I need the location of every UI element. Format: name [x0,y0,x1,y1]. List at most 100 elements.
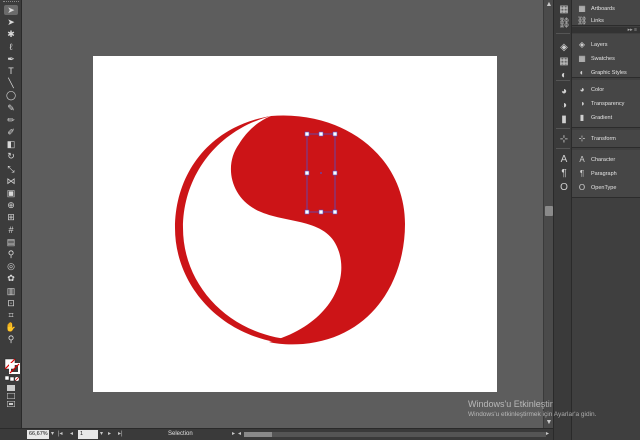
panel-tab-label: Graphic Styles [591,70,627,76]
panel-group-transform: ⊹ Transform [572,130,640,148]
artboards-icon[interactable]: ▦ [558,4,570,16]
character-icon[interactable]: A [558,154,570,166]
first-artboard-button[interactable]: |◂ [58,429,63,440]
swatches-icon: ▦ [578,54,586,63]
direct-selection-tool-icon[interactable]: ➤ [4,17,18,27]
panel-tab-gradient[interactable]: ▮ Gradient [572,110,640,126]
status-menu-arrow[interactable]: ▸ [232,429,235,440]
paragraph-icon: ¶ [579,169,585,178]
panel-icon-strip: ▦ ⛓ ◈ ▦ ◐ ◕ ◑ ▮ ⊹ A ¶ O [553,0,572,440]
eyedropper-tool-icon[interactable]: ⚲ [4,249,18,259]
panel-separator [556,148,570,149]
panel-tab-label: Transform [591,136,616,142]
vertical-scrollbar[interactable]: ▲ ▼ [543,0,553,428]
toolbox-panel: ➤ ➤ ✱ ℓ ✒ T ╲ ◯ ✎ ✏ ✐ ◧ ↻ ⤡ ⋈ ▣ ⊕ ⊞ # ▤ ⚲ ◎ ✿ ▥ ⊡ ⌗ ✋ ⚲ [0,0,22,428]
toolbox-grip[interactable] [3,1,19,3]
drawing-mode-icon[interactable] [7,393,15,399]
paintbrush-tool-icon[interactable]: ✎ [4,103,18,113]
links-icon[interactable]: ⛓ [558,18,571,30]
ellipse-tool-icon[interactable]: ◯ [4,90,18,100]
panel-group-color: ◕ Color ◑ Transparency ▮ Gradient [572,80,640,128]
selection-handle [304,209,310,215]
horizontal-scroll-thumb[interactable] [244,432,272,437]
panel-group-artboards: ▦ Artboards ⛓ Links [572,0,640,26]
horizontal-scrollbar[interactable] [244,432,546,437]
panel-group-type: A Character ¶ Paragraph O OpenType [572,150,640,198]
blob-brush-tool-icon[interactable]: ✐ [4,127,18,137]
artboard-dropdown-icon[interactable]: ▾ [100,429,103,440]
layers-icon[interactable]: ◈ [558,42,570,54]
perspective-grid-tool-icon[interactable]: ⊞ [4,212,18,222]
pencil-tool-icon[interactable]: ✏ [4,115,18,125]
pen-tool-icon[interactable]: ✒ [4,54,18,64]
watermark-title: Windows'u Etkinleştir [468,399,553,409]
artboard[interactable] [93,56,497,392]
selection-handle [332,170,338,176]
links-icon: ⛓ [577,16,588,25]
collapse-panels-icon[interactable]: ▸▸ ≡ [628,27,637,33]
vertical-scroll-thumb[interactable] [545,206,553,216]
rotate-tool-icon[interactable]: ↻ [4,151,18,161]
color-icon: ◕ [579,85,585,94]
artwork-svg[interactable] [93,56,497,392]
character-icon: A [579,155,585,164]
type-tool-icon[interactable]: T [4,66,18,76]
hand-tool-icon[interactable]: ✋ [4,322,18,332]
graphic-styles-icon: ◐ [579,68,585,77]
scroll-right-icon[interactable]: ▸ [546,429,549,440]
width-tool-icon[interactable]: ⋈ [4,176,18,186]
scroll-left-icon[interactable]: ◂ [238,429,241,440]
selection-handle [304,131,310,137]
transparency-icon: ◑ [579,99,585,108]
selection-tool-icon[interactable]: ➤ [4,5,18,15]
selection-handle [318,209,324,215]
screen-mode-icon[interactable] [7,401,15,407]
panel-tab-opentype[interactable]: O OpenType [572,180,640,196]
selection-center-point [320,172,322,174]
color-mode-icon[interactable] [7,385,15,391]
paragraph-icon[interactable]: ¶ [558,168,570,180]
document-canvas[interactable] [23,0,543,428]
opentype-icon[interactable]: O [558,182,570,194]
panel-tab-graphic-styles[interactable]: ◐ Graphic Styles [572,65,640,81]
status-mode-label[interactable]: Selection [168,429,193,440]
slice-tool-icon[interactable]: ⌗ [4,310,18,320]
previous-artboard-button[interactable]: ◂ [70,429,73,440]
gradient-icon: ▮ [579,113,585,122]
zoom-tool-icon[interactable]: ⚲ [4,334,18,344]
docked-panels: ▦ Artboards ⛓ Links ▸▸ ≡ ◈ Layers ▦ Swatches ◐ G… [572,0,640,440]
lasso-tool-icon[interactable]: ℓ [4,42,18,52]
last-artboard-button[interactable]: ▸| [118,429,123,440]
windows-activation-watermark: Windows'u Etkinleştir Windows'u etkinleş… [468,398,640,419]
shape-builder-tool-icon[interactable]: ⊕ [4,200,18,210]
swatches-icon[interactable]: ▦ [558,56,570,68]
column-graph-tool-icon[interactable]: ▥ [4,286,18,296]
panel-group-layers: ◈ Layers ▦ Swatches ◐ Graphic Styles [572,34,640,78]
transparency-icon[interactable]: ◑ [558,100,570,112]
free-transform-tool-icon[interactable]: ▣ [4,188,18,198]
scale-tool-icon[interactable]: ⤡ [4,164,18,174]
default-colors-icon[interactable] [5,376,19,382]
blend-tool-icon[interactable]: ◎ [4,261,18,271]
panel-dock-collapse-bar[interactable]: ▸▸ ≡ [572,27,640,33]
transform-icon[interactable]: ⊹ [558,134,570,146]
line-segment-tool-icon[interactable]: ╲ [4,78,18,88]
color-icon[interactable]: ◕ [558,86,570,98]
artboard-tool-icon[interactable]: ⊡ [4,298,18,308]
artboard-number-field[interactable]: 1 [78,430,98,439]
gradient-tool-icon[interactable]: ▤ [4,237,18,247]
panel-separator [556,33,570,34]
magic-wand-tool-icon[interactable]: ✱ [4,29,18,39]
red-swirl-shape[interactable] [230,115,405,345]
panel-tab-transform[interactable]: ⊹ Transform [572,131,640,147]
eraser-tool-icon[interactable]: ◧ [4,139,18,149]
zoom-level-field[interactable]: 66,67% [27,430,49,439]
symbol-sprayer-tool-icon[interactable]: ✿ [4,273,18,283]
transform-icon: ⊹ [578,134,586,143]
fill-stroke-swatch-icon[interactable] [4,358,20,374]
zoom-dropdown-icon[interactable]: ▾ [51,429,54,440]
next-artboard-button[interactable]: ▸ [108,429,111,440]
mesh-tool-icon[interactable]: # [4,225,18,235]
gradient-icon[interactable]: ▮ [558,114,570,126]
panel-separator [556,80,570,81]
